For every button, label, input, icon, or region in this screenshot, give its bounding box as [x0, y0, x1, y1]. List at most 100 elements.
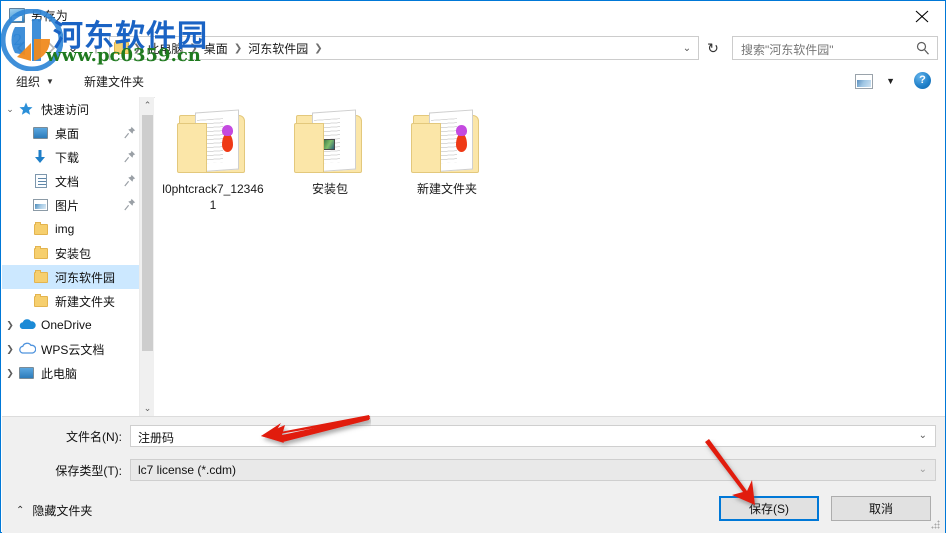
- onedrive-cloud-icon: [18, 317, 36, 333]
- close-button[interactable]: [900, 1, 945, 30]
- filetype-select[interactable]: lc7 license (*.cdm) ⌄: [130, 459, 936, 481]
- cancel-button[interactable]: 取消: [831, 496, 931, 521]
- sidebar-item-文档[interactable]: 文档: [2, 169, 154, 193]
- this-pc-icon: [18, 365, 36, 381]
- scrollbar-thumb[interactable]: [142, 115, 153, 351]
- dialog-footer: ⌃ 隐藏文件夹 保存(S) 取消: [2, 486, 945, 533]
- sidebar-item-label: WPS云文档: [41, 342, 105, 357]
- scroll-down-button[interactable]: ⌄: [140, 400, 155, 416]
- file-item[interactable]: l0phtcrack7_123461: [158, 107, 268, 213]
- pin-icon[interactable]: [124, 174, 136, 187]
- filename-input[interactable]: 注册码 ⌄: [130, 425, 936, 447]
- breadcrumb-separator-0: ❯: [133, 42, 142, 54]
- sidebar-item-label: 图片: [55, 198, 80, 213]
- address-dropdown-button[interactable]: ⌄: [680, 41, 694, 55]
- sidebar-item-label: 桌面: [55, 126, 80, 141]
- folder-icon: [175, 107, 251, 179]
- resize-grip[interactable]: [931, 520, 941, 530]
- sidebar-item-安装包[interactable]: 安装包: [2, 241, 154, 265]
- filetype-label: 保存类型(T):: [55, 464, 122, 478]
- sidebar-item-下载[interactable]: 下载: [2, 145, 154, 169]
- file-item-label: l0phtcrack7_123461: [162, 182, 264, 212]
- sidebar-item-label: 河东软件园: [55, 270, 116, 285]
- refresh-button[interactable]: ↻: [702, 37, 724, 59]
- up-button[interactable]: ↑: [84, 37, 108, 59]
- file-list-pane[interactable]: l0phtcrack7_123461 安装包 新建文件夹: [155, 97, 945, 416]
- sidebar-item-label: 此电脑: [41, 366, 78, 381]
- breadcrumb-item-0[interactable]: 此电脑: [142, 40, 188, 57]
- sidebar-item-label: OneDrive: [41, 318, 92, 332]
- forward-button[interactable]: [38, 37, 62, 59]
- breadcrumb-separator-1: ❯: [189, 42, 198, 54]
- view-mode-icon[interactable]: [855, 74, 873, 89]
- window-icon: [9, 8, 25, 23]
- pin-icon[interactable]: [124, 126, 136, 139]
- sidebar-item-新建文件夹[interactable]: 新建文件夹: [2, 289, 154, 313]
- chevron-icon[interactable]: ❯: [2, 344, 18, 355]
- file-item[interactable]: 安装包: [275, 107, 385, 197]
- sidebar-item-河东软件园[interactable]: 河东软件园: [2, 265, 154, 289]
- sidebar-item-快速访问[interactable]: ⌄ 快速访问: [2, 97, 154, 121]
- breadcrumb-item-2[interactable]: 河东软件园: [243, 40, 313, 57]
- help-icon[interactable]: ?: [914, 72, 931, 89]
- chevron-down-icon[interactable]: ⌄: [919, 464, 927, 475]
- chevron-down-icon: ⌄: [67, 40, 79, 55]
- chevron-down-icon: ⌄: [143, 402, 152, 413]
- scroll-up-button[interactable]: ⌃: [140, 97, 155, 113]
- refresh-icon: ↻: [707, 39, 719, 56]
- flame-badge-icon: [222, 125, 233, 152]
- filename-value: 注册码: [138, 431, 175, 445]
- chevron-down-icon: ▼: [46, 76, 54, 86]
- up-arrow-icon: ↑: [92, 40, 100, 56]
- flame-badge-icon: [456, 125, 467, 152]
- address-bar[interactable]: ❯ 此电脑 ❯ 桌面 ❯ 河东软件园 ❯ ⌄: [109, 36, 699, 60]
- sidebar-scrollbar[interactable]: ⌃ ⌄: [139, 97, 154, 416]
- new-folder-button[interactable]: 新建文件夹: [84, 71, 144, 91]
- file-item[interactable]: 新建文件夹: [392, 107, 502, 197]
- chevron-up-icon: ⌃: [143, 99, 152, 110]
- wps-cloud-icon: [18, 341, 37, 357]
- sidebar-item-img[interactable]: img: [2, 217, 154, 241]
- back-arrow-icon: [16, 41, 25, 55]
- sidebar-item-OneDrive[interactable]: ❯ OneDrive: [2, 313, 154, 337]
- organize-button[interactable]: 组织 ▼: [16, 71, 54, 91]
- filename-label: 文件名(N):: [66, 430, 122, 444]
- sidebar-item-label: 下载: [55, 150, 80, 165]
- view-mode-dropdown[interactable]: ▼: [886, 76, 895, 86]
- sidebar-item-label: img: [55, 222, 75, 236]
- recent-locations-button[interactable]: ⌄: [64, 37, 82, 59]
- window-title: 另存为: [31, 9, 69, 23]
- breadcrumb-separator-3: ❯: [314, 42, 323, 54]
- sidebar-item-label: 文档: [55, 174, 80, 189]
- sidebar-item-WPS云文档[interactable]: ❯ WPS云文档: [2, 337, 154, 361]
- sidebar-item-桌面[interactable]: 桌面: [2, 121, 154, 145]
- pin-icon[interactable]: [124, 150, 136, 163]
- sidebar-item-label: 快速访问: [41, 102, 90, 117]
- filetype-value: lc7 license (*.cdm): [138, 463, 237, 477]
- chevron-down-icon[interactable]: ⌄: [919, 430, 927, 441]
- chevron-up-icon: ⌃: [16, 505, 25, 516]
- pin-icon[interactable]: [124, 198, 136, 211]
- breadcrumb-item-1[interactable]: 桌面: [199, 40, 233, 57]
- sidebar-item-此电脑[interactable]: ❯ 此电脑: [2, 361, 154, 385]
- hide-folders-toggle[interactable]: ⌃ 隐藏文件夹: [16, 502, 92, 519]
- toolbar: 组织 ▼ 新建文件夹 ▼ ?: [2, 65, 945, 98]
- breadcrumb: ❯ 此电脑 ❯ 桌面 ❯ 河东软件园 ❯: [114, 37, 324, 59]
- close-icon: [915, 10, 929, 23]
- navigation-sidebar: ⌄ 快速访问桌面下载文档图片 img 安装包河东软件园新建文件夹 ❯ OneDrive ❯ W…: [2, 97, 154, 416]
- back-button[interactable]: [10, 37, 34, 59]
- folder-icon: [32, 245, 50, 261]
- save-as-dialog: 另存为 ⌄ ↑ ❯ 此电脑 ❯ 桌面 ❯ 河东软件园 ❯ ⌄ ↻ 搜索"河东软件…: [0, 0, 946, 533]
- chevron-icon[interactable]: ❯: [2, 368, 18, 379]
- search-input[interactable]: 搜索"河东软件园": [732, 36, 938, 60]
- folder-icon: [32, 221, 50, 237]
- star-icon: [18, 101, 36, 117]
- sidebar-item-图片[interactable]: 图片: [2, 193, 154, 217]
- save-button[interactable]: 保存(S): [719, 496, 819, 521]
- chevron-icon[interactable]: ❯: [2, 320, 18, 331]
- pictures-icon: [32, 197, 50, 213]
- breadcrumb-separator-2: ❯: [233, 42, 243, 54]
- chevron-icon[interactable]: ⌄: [2, 104, 18, 115]
- folder-icon: [32, 293, 50, 309]
- folder-icon: [114, 40, 129, 54]
